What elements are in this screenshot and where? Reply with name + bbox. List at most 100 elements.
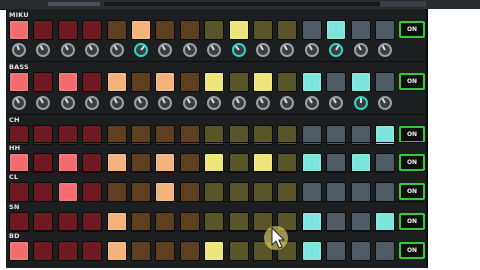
step-knob[interactable]: [353, 96, 368, 110]
step-pad[interactable]: [82, 20, 103, 40]
step-pad[interactable]: [57, 182, 78, 202]
step-pad[interactable]: [82, 241, 103, 261]
step-pad[interactable]: [155, 182, 176, 202]
step-pad[interactable]: [57, 20, 78, 40]
step-pad[interactable]: [33, 20, 54, 40]
step-pad[interactable]: [253, 153, 273, 173]
step-pad[interactable]: [204, 212, 225, 232]
step-pad[interactable]: [326, 212, 347, 232]
step-knob[interactable]: [231, 43, 246, 57]
step-pad[interactable]: [9, 182, 29, 202]
step-pad[interactable]: [155, 20, 176, 40]
step-pad[interactable]: [82, 212, 103, 232]
track-on-button[interactable]: ON: [399, 21, 425, 38]
step-pad[interactable]: [179, 182, 200, 202]
step-pad[interactable]: [350, 20, 371, 40]
step-knob[interactable]: [109, 43, 124, 57]
step-pad[interactable]: [179, 153, 200, 173]
track-on-button[interactable]: ON: [399, 73, 425, 90]
step-knob[interactable]: [60, 96, 75, 110]
step-pad[interactable]: [131, 241, 151, 261]
step-pad[interactable]: [228, 72, 249, 92]
step-pad[interactable]: [82, 182, 103, 202]
step-pad[interactable]: [204, 153, 225, 173]
step-pad[interactable]: [228, 20, 249, 40]
step-pad[interactable]: [375, 182, 395, 202]
step-pad[interactable]: [375, 20, 395, 40]
step-pad[interactable]: [253, 72, 273, 92]
step-knob[interactable]: [280, 43, 295, 57]
step-knob[interactable]: [85, 96, 100, 110]
step-knob[interactable]: [36, 96, 51, 110]
step-pad[interactable]: [301, 153, 322, 173]
step-pad[interactable]: [57, 212, 78, 232]
track-on-button[interactable]: ON: [399, 242, 425, 259]
step-pad[interactable]: [375, 72, 395, 92]
step-pad[interactable]: [277, 182, 298, 202]
step-knob[interactable]: [207, 43, 222, 57]
step-knob[interactable]: [36, 43, 51, 57]
step-knob[interactable]: [378, 96, 392, 110]
step-pad[interactable]: [82, 153, 103, 173]
track-on-button[interactable]: ON: [399, 183, 425, 200]
step-pad[interactable]: [106, 241, 127, 261]
track-on-button[interactable]: ON: [399, 126, 425, 143]
step-pad[interactable]: [131, 153, 151, 173]
step-pad[interactable]: [204, 241, 225, 261]
step-knob[interactable]: [280, 96, 295, 110]
step-pad[interactable]: [9, 212, 29, 232]
step-pad[interactable]: [277, 153, 298, 173]
track-on-button[interactable]: ON: [399, 213, 425, 230]
step-pad[interactable]: [228, 241, 249, 261]
step-pad[interactable]: [350, 212, 371, 232]
step-knob[interactable]: [182, 43, 197, 57]
step-knob[interactable]: [109, 96, 124, 110]
step-pad[interactable]: [253, 182, 273, 202]
track-on-button[interactable]: ON: [399, 154, 425, 171]
step-pad[interactable]: [375, 212, 395, 232]
step-pad[interactable]: [301, 20, 322, 40]
step-pad[interactable]: [106, 182, 127, 202]
step-pad[interactable]: [326, 182, 347, 202]
step-pad[interactable]: [57, 241, 78, 261]
step-pad[interactable]: [9, 241, 29, 261]
step-knob[interactable]: [231, 96, 246, 110]
step-pad[interactable]: [326, 20, 347, 40]
step-pad[interactable]: [301, 241, 322, 261]
step-pad[interactable]: [106, 212, 127, 232]
step-pad[interactable]: [106, 72, 127, 92]
step-knob[interactable]: [85, 43, 100, 57]
step-pad[interactable]: [350, 153, 371, 173]
step-pad[interactable]: [179, 212, 200, 232]
step-knob[interactable]: [256, 96, 270, 110]
step-pad[interactable]: [33, 212, 54, 232]
step-pad[interactable]: [131, 72, 151, 92]
step-pad[interactable]: [57, 72, 78, 92]
step-knob[interactable]: [134, 96, 148, 110]
step-pad[interactable]: [326, 241, 347, 261]
step-knob[interactable]: [134, 43, 148, 57]
step-pad[interactable]: [106, 153, 127, 173]
step-pad[interactable]: [204, 182, 225, 202]
step-pad[interactable]: [9, 72, 29, 92]
step-pad[interactable]: [33, 153, 54, 173]
step-pad[interactable]: [301, 182, 322, 202]
step-pad[interactable]: [57, 153, 78, 173]
step-pad[interactable]: [350, 182, 371, 202]
step-pad[interactable]: [204, 72, 225, 92]
step-pad[interactable]: [131, 182, 151, 202]
step-pad[interactable]: [33, 72, 54, 92]
step-pad[interactable]: [82, 72, 103, 92]
step-knob[interactable]: [60, 43, 75, 57]
step-knob[interactable]: [158, 96, 173, 110]
step-pad[interactable]: [179, 241, 200, 261]
step-knob[interactable]: [329, 43, 344, 57]
step-pad[interactable]: [179, 20, 200, 40]
step-pad[interactable]: [301, 72, 322, 92]
step-knob[interactable]: [353, 43, 368, 57]
step-pad[interactable]: [375, 241, 395, 261]
step-pad[interactable]: [179, 72, 200, 92]
step-pad[interactable]: [9, 20, 29, 40]
step-pad[interactable]: [131, 212, 151, 232]
step-knob[interactable]: [158, 43, 173, 57]
